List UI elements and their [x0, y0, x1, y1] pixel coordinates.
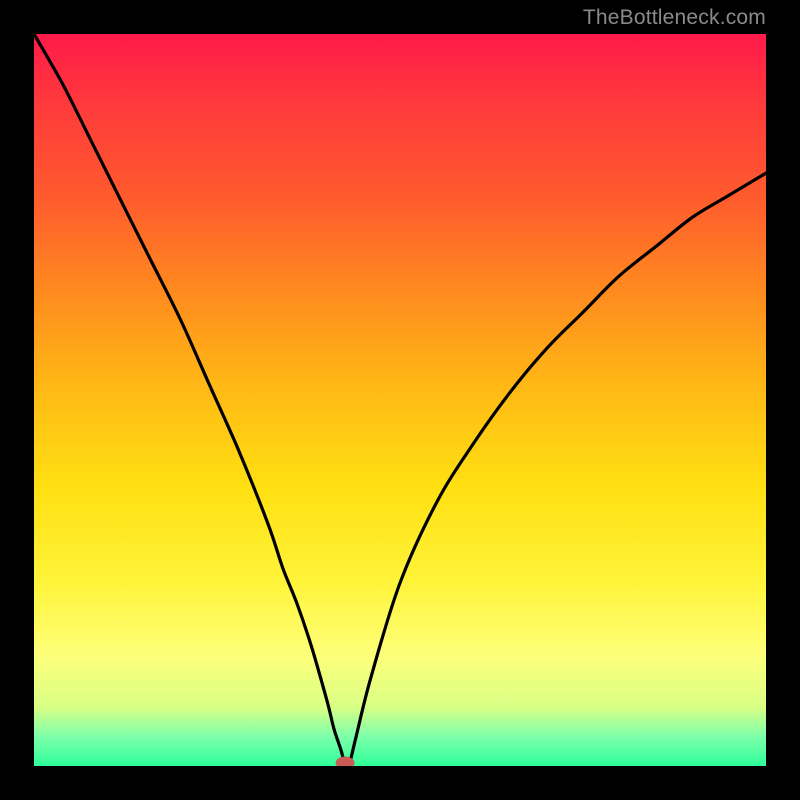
plot-area: [34, 34, 766, 766]
bottleneck-curve: [34, 34, 766, 766]
watermark-text: TheBottleneck.com: [583, 6, 766, 30]
chart-frame: TheBottleneck.com: [0, 0, 800, 800]
